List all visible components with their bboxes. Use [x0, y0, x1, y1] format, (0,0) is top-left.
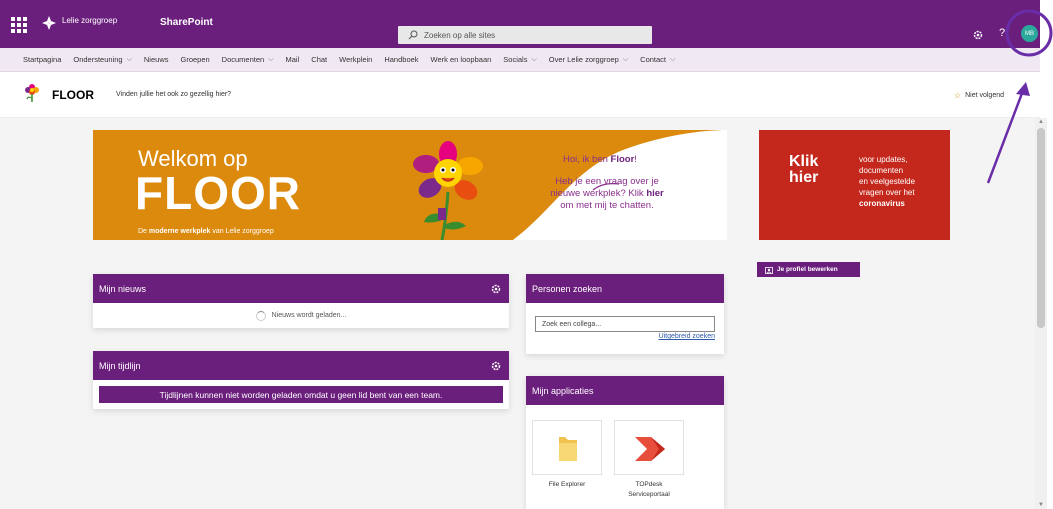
site-title[interactable]: FLOOR [52, 88, 94, 102]
settings-gear-icon[interactable] [973, 30, 983, 40]
scroll-up-icon[interactable]: ▲ [1037, 118, 1045, 126]
nav-item-groepen[interactable]: Groepen [180, 55, 209, 64]
nav-item-label: Werkplein [339, 55, 373, 64]
chevron-down-icon: ⌵ [622, 55, 629, 63]
loading-spinner-icon [255, 310, 266, 321]
sharepoint-label[interactable]: SharePoint [160, 17, 213, 28]
folder-icon [559, 437, 577, 461]
nav-item-nieuws[interactable]: Nieuws [144, 55, 169, 64]
hero-hoi-text: Hoi, ik ben Floor! [563, 154, 637, 165]
floor-flower-logo-icon[interactable] [24, 83, 40, 103]
news-loading-text: Nieuws wordt geladen... [271, 312, 347, 319]
nav-item-handboek[interactable]: Handboek [384, 55, 418, 64]
nav-item-label: Nieuws [143, 55, 169, 64]
nav-item-label: Mail [285, 55, 300, 64]
edit-profile-button[interactable]: Je profiel bewerken [757, 262, 860, 277]
hub-navigation: Startpagina Ondersteuning ⌵ Nieuws Groepen Do… [0, 48, 1040, 72]
apps-card-header: Mijn applicaties [526, 376, 724, 405]
user-avatar[interactable]: MB [1021, 25, 1038, 42]
app-tile-box [614, 420, 684, 475]
site-header: FLOOR Vinden jullie het ook zo gezellig … [0, 72, 1040, 118]
search-placeholder: Zoeken op alle sites [424, 30, 496, 40]
nav-item-label: Socials [503, 55, 528, 64]
timeline-card-header: Mijn tijdlijn [93, 351, 509, 380]
nav-item-label: Startpagina [23, 55, 62, 64]
nav-item-startpagina[interactable]: Startpagina [23, 55, 61, 64]
timeline-card-title: Mijn tijdlijn [99, 360, 141, 371]
app-label: File Explorer [548, 481, 586, 488]
star-icon: ☆ [953, 91, 962, 100]
nav-item-chat[interactable]: Chat [311, 55, 327, 64]
follow-button[interactable]: ☆ Niet volgend [954, 91, 1004, 100]
apps-card-title: Mijn applicaties [532, 385, 594, 396]
corona-klik-hier: Klik hier [789, 153, 819, 186]
main-content: Welkom op FLOOR De moderne werkplek van … [0, 118, 1035, 509]
nav-item-contact[interactable]: Contact ⌵ [640, 55, 675, 64]
lelie-logo-icon[interactable] [40, 14, 58, 32]
people-search-card: Personen zoeken Zoek een collega... Uitg… [526, 274, 724, 354]
nav-item-label: Contact [640, 55, 667, 64]
people-card-header: Personen zoeken [526, 274, 724, 303]
help-icon[interactable]: ? [999, 27, 1005, 39]
edit-profile-label: Je profiel bewerken [777, 266, 838, 273]
topdesk-icon [635, 437, 665, 461]
nav-item-label: Groepen [180, 55, 210, 64]
timeline-card: Mijn tijdlijn Tijdlijnen kunnen niet wor… [93, 351, 509, 409]
advanced-search-link[interactable]: Uitgebreid zoeken [526, 333, 715, 340]
chevron-down-icon: ⌵ [531, 55, 537, 63]
timeline-error-message: Tijdlijnen kunnen niet worden geladen om… [99, 386, 503, 403]
nav-item-mail[interactable]: Mail [286, 55, 300, 64]
nav-item-werkplein[interactable]: Werkplein [339, 55, 372, 64]
nav-item-label: Documenten [221, 55, 265, 64]
app-tile-box [532, 420, 602, 475]
people-card-title: Personen zoeken [532, 283, 603, 294]
suite-bar: Lelie zorggroep SharePoint Zoeken op all… [0, 0, 1040, 48]
profile-card-icon [765, 266, 773, 274]
nav-item-werk-en-loopbaan[interactable]: Werk en loopbaan [431, 55, 492, 64]
nav-item-label: Ondersteuning [73, 55, 123, 64]
chevron-down-icon: ⌵ [670, 55, 676, 63]
news-card: Mijn nieuws Nieuws wordt geladen... [93, 274, 509, 328]
chevron-down-icon: ⌵ [126, 55, 132, 63]
brand-name[interactable]: Lelie zorggroep [62, 16, 117, 25]
news-card-header: Mijn nieuws [93, 274, 509, 303]
app-tile-file-explorer[interactable]: File Explorer [532, 420, 602, 490]
corona-banner[interactable]: Klik hier voor updates, documenten en vee… [759, 130, 950, 240]
news-card-title: Mijn nieuws [99, 283, 147, 294]
nav-item-ondersteuning[interactable]: Ondersteuning ⌵ [73, 55, 132, 64]
scroll-down-icon[interactable]: ▼ [1037, 501, 1045, 509]
corona-banner-text: voor updates, documenten en veelgestelde… [859, 155, 916, 208]
nav-item-label: Handboek [384, 55, 419, 64]
timeline-settings-gear-icon[interactable] [491, 361, 501, 371]
app-tile-topdesk[interactable]: TOPdesk Serviceportaal [614, 420, 684, 500]
colleague-search-input[interactable]: Zoek een collega... [535, 316, 715, 332]
hero-chat-prompt: Heb je een vraag over je nieuwe werkplek?… [550, 176, 664, 211]
news-loading: Nieuws wordt geladen... [93, 303, 509, 328]
chevron-down-icon: ⌵ [268, 55, 274, 63]
app-label: TOPdesk Serviceportaal [628, 481, 670, 498]
nav-item-socials[interactable]: Socials ⌵ [503, 55, 537, 64]
floor-mascot-flower-icon [413, 141, 483, 240]
nav-item-documenten[interactable]: Documenten ⌵ [222, 55, 274, 64]
nav-item-label: Chat [311, 55, 328, 64]
nav-item-over-lelie-zorggroep[interactable]: Over Lelie zorggroep ⌵ [549, 55, 628, 64]
news-settings-gear-icon[interactable] [491, 284, 501, 294]
page-scrollbar[interactable]: ▲ ▼ [1035, 118, 1047, 509]
welcome-banner[interactable]: Welkom op FLOOR De moderne werkplek van … [93, 130, 727, 240]
follow-label: Niet volgend [965, 92, 1004, 99]
app-launcher-icon[interactable] [8, 14, 28, 34]
site-description: Vinden jullie het ook zo gezellig hier? [116, 91, 232, 98]
search-icon [408, 30, 418, 40]
hero-floor-text: FLOOR [135, 167, 301, 219]
hero-subtitle: De moderne werkplek van Lelie zorggroep [138, 228, 274, 235]
scroll-thumb[interactable] [1037, 128, 1045, 328]
nav-item-label: Over Lelie zorggroep [548, 55, 619, 64]
applications-card: Mijn applicaties File Explorer TOPdesk S… [526, 376, 724, 509]
global-search-input[interactable]: Zoeken op alle sites [398, 26, 652, 44]
nav-item-label: Werk en loopbaan [430, 55, 492, 64]
